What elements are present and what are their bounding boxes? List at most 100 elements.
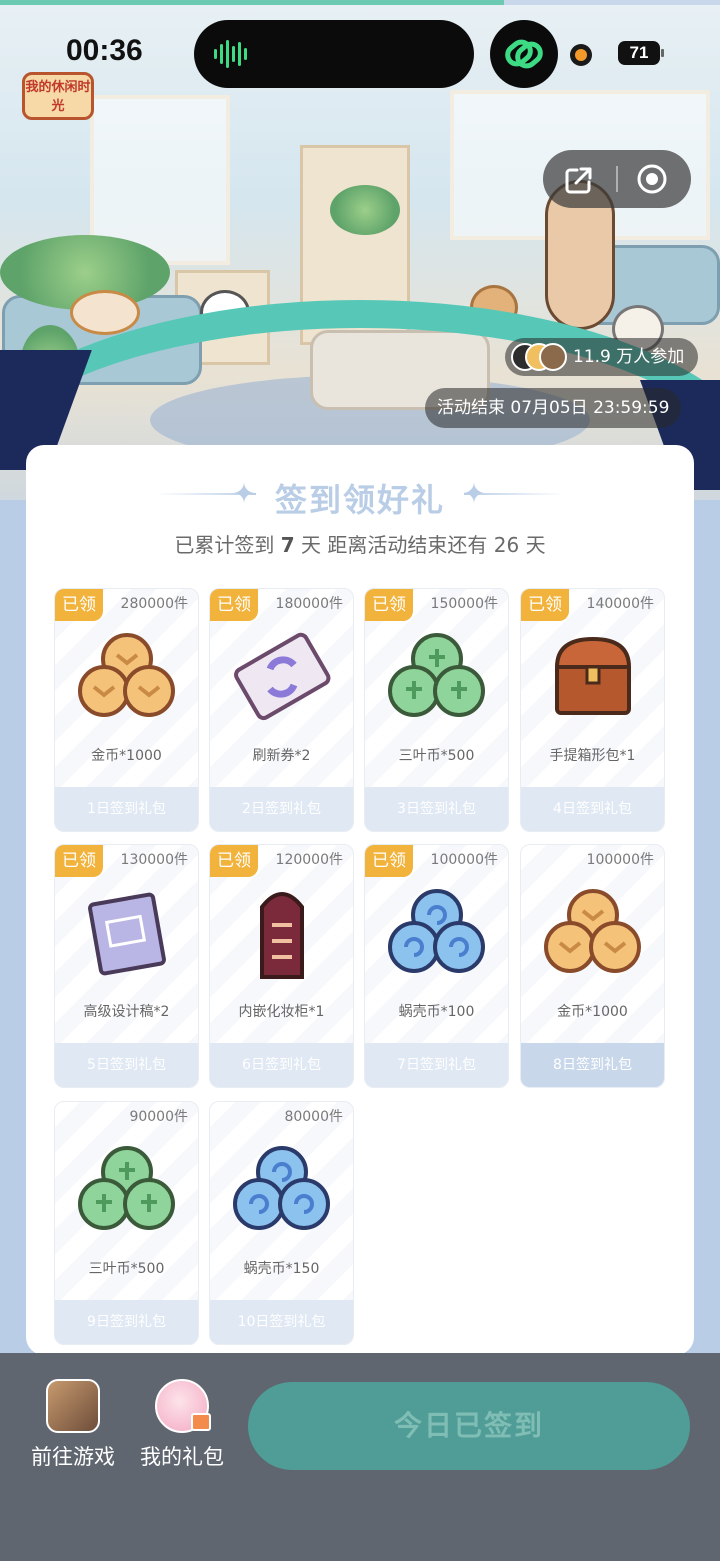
gift-box-icon	[191, 1413, 211, 1431]
reward-tile[interactable]: 80000件蜗壳币*150 10日签到礼包	[209, 1101, 354, 1345]
battery-tip	[661, 49, 664, 57]
reward-name: 内嵌化妆柜*1	[238, 1004, 325, 1020]
game-logo-text: 我的休闲时光	[25, 80, 91, 114]
days-signed: 7	[280, 533, 295, 557]
my-gifts-button[interactable]: 我的礼包	[132, 1379, 232, 1471]
card-title: 签到领好礼	[274, 481, 445, 519]
signin-summary: 已累计签到 7 天 距离活动结束还有 26 天	[26, 529, 694, 558]
page-load-progress-fill	[0, 0, 504, 5]
summary-suffix: 天	[525, 533, 546, 557]
signin-card: ✦ 签到领好礼 ✦ 已累计签到 7 天 距离活动结束还有 26 天 已领 2800…	[26, 445, 694, 1355]
reward-tile[interactable]: 已领 150000件三叶币*500 3日签到礼包	[364, 588, 509, 832]
reward-name: 金币*1000	[91, 748, 162, 764]
participants-badge: 11.9 万人参加	[505, 338, 699, 376]
claimed-badge: 已领	[210, 845, 258, 877]
scene-cat-orange	[70, 290, 140, 335]
claimed-badge: 已领	[365, 589, 413, 621]
reward-name: 高级设计稿*2	[83, 1004, 170, 1020]
gold-coins-icon	[544, 889, 641, 973]
summary-prefix: 已累计签到	[174, 533, 275, 557]
reward-day-label: 5日签到礼包	[55, 1043, 198, 1087]
gift-avatar-icon	[155, 1379, 211, 1433]
claimed-badge: 已领	[365, 845, 413, 877]
capsule-divider	[616, 166, 618, 192]
title-deco-line-right	[464, 493, 564, 495]
blueprint-scroll-icon	[88, 892, 166, 976]
participants-count: 11.9 万人参加	[573, 347, 685, 367]
reward-stock: 90000件	[129, 1109, 188, 1125]
reward-tile[interactable]: 已领 180000件刷新券*2 2日签到礼包	[209, 588, 354, 832]
vanity-cabinet-icon	[260, 892, 304, 979]
reward-tile[interactable]: 已领 120000件内嵌化妆柜*1 6日签到礼包	[209, 844, 354, 1088]
card-title-row: ✦ 签到领好礼 ✦	[26, 475, 694, 521]
reward-tile[interactable]: 100000件金币*1000 8日签到礼包	[520, 844, 665, 1088]
reward-name: 手提箱形包*1	[549, 748, 636, 764]
claimed-badge: 已领	[521, 589, 569, 621]
activity-end-time: 活动结束 07月05日 23:59:59	[425, 388, 682, 428]
claimed-badge: 已领	[210, 589, 258, 621]
reward-day-label: 9日签到礼包	[55, 1300, 198, 1344]
reward-stock: 100000件	[586, 852, 654, 868]
reward-stock: 180000件	[275, 596, 343, 612]
reward-name: 蜗壳币*100	[398, 1004, 475, 1020]
reward-name: 金币*1000	[557, 1004, 628, 1020]
reward-stock: 80000件	[284, 1109, 343, 1125]
treasure-chest-icon	[554, 636, 632, 715]
my-gifts-label: 我的礼包	[140, 1445, 224, 1469]
reward-tile[interactable]: 已领 140000件手提箱形包*1 4日签到礼包	[520, 588, 665, 832]
reward-grid: 已领 280000件 金币*1000 1日签到礼包 已领 180000件 刷新券*2 2日签到…	[54, 588, 666, 1348]
reward-tile[interactable]: 已领 130000件高级设计稿*2 5日签到礼包	[54, 844, 199, 1088]
snail-coins-icon	[388, 889, 485, 973]
game-thumbnail-icon	[46, 1379, 100, 1433]
link-rings-button[interactable]	[490, 20, 558, 88]
reward-stock: 280000件	[120, 596, 188, 612]
reward-stock: 150000件	[430, 596, 498, 612]
link-rings-icon	[505, 39, 543, 69]
reward-day-label: 2日签到礼包	[210, 787, 353, 831]
gold-coins-icon	[78, 633, 175, 717]
refresh-ticket-icon	[234, 632, 331, 721]
reward-name: 三叶币*500	[398, 748, 475, 764]
claimed-badge: 已领	[55, 589, 103, 621]
reward-tile[interactable]: 已领 280000件金币*1000 1日签到礼包	[54, 588, 199, 832]
target-icon[interactable]	[636, 163, 668, 195]
reward-stock: 130000件	[120, 852, 188, 868]
go-to-game-label: 前往游戏	[31, 1445, 115, 1469]
share-icon[interactable]	[563, 164, 595, 196]
voice-wave-icon	[214, 40, 247, 68]
reward-tile[interactable]: 90000件三叶币*500 9日签到礼包	[54, 1101, 199, 1345]
reward-day-label: 6日签到礼包	[210, 1043, 353, 1087]
status-time: 00:36	[66, 34, 143, 67]
days-left: 26	[493, 533, 520, 557]
scene-plant	[330, 185, 400, 235]
signed-today-button[interactable]: 今日已签到	[248, 1382, 690, 1470]
reward-day-label: 1日签到礼包	[55, 787, 198, 831]
bottom-action-bar: 前往游戏 我的礼包 今日已签到	[0, 1353, 720, 1561]
reward-stock: 140000件	[586, 596, 654, 612]
reward-name: 刷新券*2	[252, 748, 311, 764]
reward-name: 蜗壳币*150	[243, 1261, 320, 1277]
reward-day-label: 7日签到礼包	[365, 1043, 508, 1087]
dynamic-island	[194, 20, 474, 88]
mini-program-capsule	[543, 150, 691, 208]
go-to-game-button[interactable]: 前往游戏	[23, 1379, 123, 1471]
record-dot-icon	[570, 44, 592, 66]
reward-day-label: 10日签到礼包	[210, 1300, 353, 1344]
reward-tile[interactable]: 已领 100000件蜗壳币*100 7日签到礼包	[364, 844, 509, 1088]
reward-day-label: 4日签到礼包	[521, 787, 664, 831]
summary-mid: 天 距离活动结束还有	[301, 533, 488, 557]
reward-stock: 100000件	[430, 852, 498, 868]
reward-day-label: 3日签到礼包	[365, 787, 508, 831]
claimed-badge: 已领	[55, 845, 103, 877]
reward-day-label: 8日签到礼包	[521, 1043, 664, 1087]
battery-indicator: 71	[618, 41, 660, 65]
game-logo: 我的休闲时光	[22, 72, 94, 120]
reward-stock: 120000件	[275, 852, 343, 868]
clover-coins-icon	[388, 633, 485, 717]
page-load-progress	[0, 0, 720, 5]
reward-name: 三叶币*500	[88, 1261, 165, 1277]
participant-avatar	[539, 343, 567, 371]
sparkle-icon: ✦	[232, 477, 256, 510]
clover-coins-icon	[78, 1146, 175, 1230]
snail-coins-icon	[233, 1146, 330, 1230]
